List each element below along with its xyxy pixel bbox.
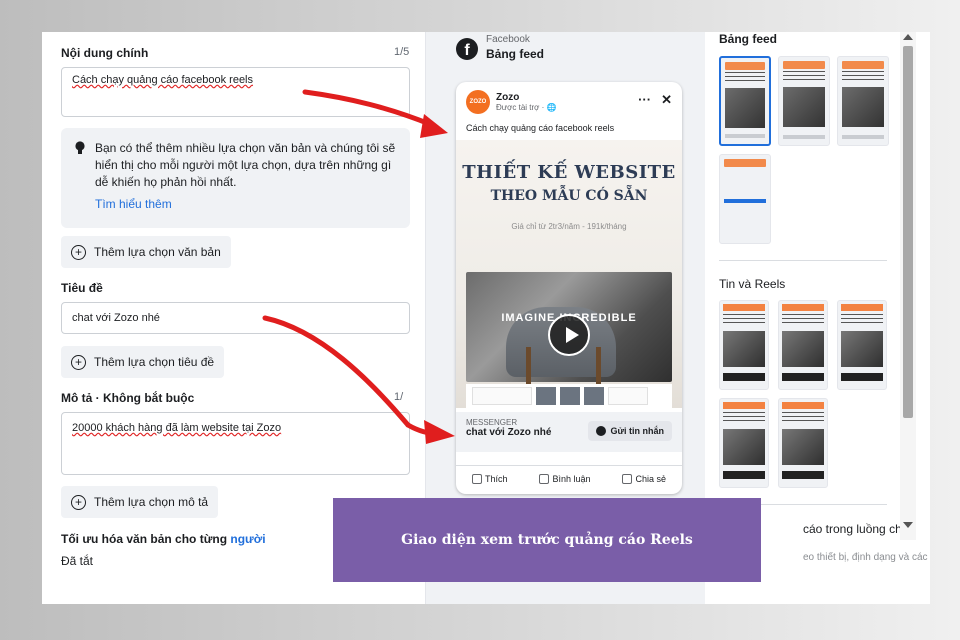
close-icon[interactable]: ✕ (661, 92, 672, 108)
feed-thumbnail-3[interactable] (837, 56, 889, 146)
scroll-down-arrow-icon[interactable] (903, 522, 913, 528)
preview-platform: Facebook (486, 34, 530, 45)
main-content-count: 1/5 (394, 46, 410, 58)
add-text-option-label: Thêm lựa chọn văn bản (94, 245, 221, 259)
add-text-option-button[interactable]: + Thêm lựa chọn văn bản (61, 236, 231, 268)
send-message-label: Gửi tin nhắn (610, 426, 664, 436)
more-options-icon[interactable]: ··· (638, 92, 651, 108)
optimize-text-prefix: Tối ưu hóa văn bản cho từng (61, 532, 231, 546)
reels-thumbnail-5[interactable] (778, 398, 828, 488)
reels-thumbnail-4[interactable] (719, 398, 769, 488)
messenger-icon (596, 426, 607, 436)
comment-button[interactable]: Bình luận (539, 474, 591, 484)
optimize-text-highlight[interactable]: người (230, 532, 265, 546)
feed-thumbnail-1[interactable] (719, 56, 771, 146)
thumbs-up-icon (471, 474, 482, 484)
main-content-label: Nội dung chính (61, 46, 149, 60)
reels-thumbnail-1[interactable] (719, 300, 769, 390)
feed-thumbnail-2[interactable] (778, 56, 830, 146)
like-button[interactable]: Thích (471, 474, 508, 484)
ad-price-line: Giá chỉ từ 2tr3/năm - 191k/tháng (511, 222, 627, 231)
ad-headline-1: THIẾT KẾ WEBSITE (462, 162, 676, 183)
play-video-icon[interactable] (548, 314, 590, 356)
add-description-option-label: Thêm lựa chọn mô tả (94, 495, 209, 509)
feed-thumbnail-4[interactable] (719, 154, 771, 244)
description-label: Mô tả · Không bắt buộc (61, 391, 195, 405)
panel-scrollbar[interactable] (900, 32, 916, 540)
comment-icon (539, 474, 550, 484)
lightbulb-icon (75, 141, 85, 154)
cta-row: MESSENGER chat với Zozo nhé Gửi tin nhắn (456, 412, 682, 452)
ad-website-thumbs (466, 384, 672, 408)
share-button[interactable]: Chia sẻ (622, 474, 666, 484)
reaction-bar: Thích Bình luận Chia sẻ (456, 465, 682, 484)
facebook-logo-icon: f (456, 38, 478, 60)
preview-caption-banner: Giao diện xem trước quảng cáo Reels (333, 498, 761, 582)
plus-circle-icon: + (71, 354, 86, 370)
page-name: Zozo (496, 92, 520, 103)
ad-headline-2: THEO MẪU CÓ SẴN (490, 188, 648, 204)
main-content-value: Cách chạy quảng cáo facebook reels (72, 74, 254, 86)
title-input[interactable]: chat với Zozo nhé (61, 302, 410, 334)
description-count: 1/ (394, 391, 404, 403)
description-value: 20000 khách hàng đã làm website tại Zozo (72, 422, 282, 434)
scroll-thumb[interactable] (903, 46, 913, 418)
reels-thumbnail-3[interactable] (837, 300, 887, 390)
preview-header: f Facebook Bảng feed (456, 34, 544, 61)
preview-placement: Bảng feed (486, 47, 545, 61)
main-content-input[interactable]: Cách chạy quảng cáo facebook reels (61, 67, 410, 117)
page-avatar: ZOZO (466, 90, 490, 114)
sponsored-label: Được tài trợ · 🌐 (496, 103, 557, 112)
send-message-button[interactable]: Gửi tin nhắn (588, 421, 672, 441)
plus-circle-icon: + (71, 244, 86, 260)
scroll-up-arrow-icon[interactable] (903, 34, 913, 40)
reels-thumbnail-2[interactable] (778, 300, 828, 390)
tip-text: Bạn có thể thêm nhiều lựa chọn văn bản v… (95, 141, 396, 189)
optimize-text-label: Tối ưu hóa văn bản cho từng người (61, 532, 266, 546)
ad-creative-image[interactable]: THIẾT KẾ WEBSITE THEO MẪU CÓ SẴN Giá chỉ… (456, 140, 682, 408)
feed-section-title: Bảng feed (719, 32, 778, 46)
instream-section-text: cáo trong luồng cho (803, 522, 909, 536)
post-caption: Cách chạy quảng cáo facebook reels (466, 123, 615, 133)
add-title-option-button[interactable]: + Thêm lựa chọn tiêu đề (61, 346, 225, 378)
instream-section-sub: eo thiết bị, định dạng và các (803, 552, 928, 563)
title-value: chat với Zozo nhé (72, 312, 160, 324)
post-header: ZOZO Zozo Được tài trợ · 🌐 (466, 90, 556, 114)
learn-more-link[interactable]: Tìm hiểu thêm (95, 196, 398, 213)
optimize-status: Đã tắt (61, 554, 94, 568)
title-label: Tiêu đề (61, 281, 103, 295)
add-title-option-label: Thêm lựa chọn tiêu đề (94, 355, 215, 369)
share-icon (622, 474, 633, 484)
description-input[interactable]: 20000 khách hàng đã làm website tại Zozo (61, 412, 410, 475)
add-description-option-button[interactable]: + Thêm lựa chọn mô tả (61, 486, 219, 518)
reels-section-title: Tin và Reels (719, 277, 786, 291)
tip-box: Bạn có thể thêm nhiều lựa chọn văn bản v… (61, 128, 410, 228)
section-divider (719, 260, 887, 261)
feed-preview-card[interactable]: ZOZO Zozo Được tài trợ · 🌐 ··· ✕ Cách ch… (456, 82, 682, 494)
post-actions: ··· ✕ (638, 92, 672, 108)
plus-circle-icon: + (71, 494, 86, 510)
